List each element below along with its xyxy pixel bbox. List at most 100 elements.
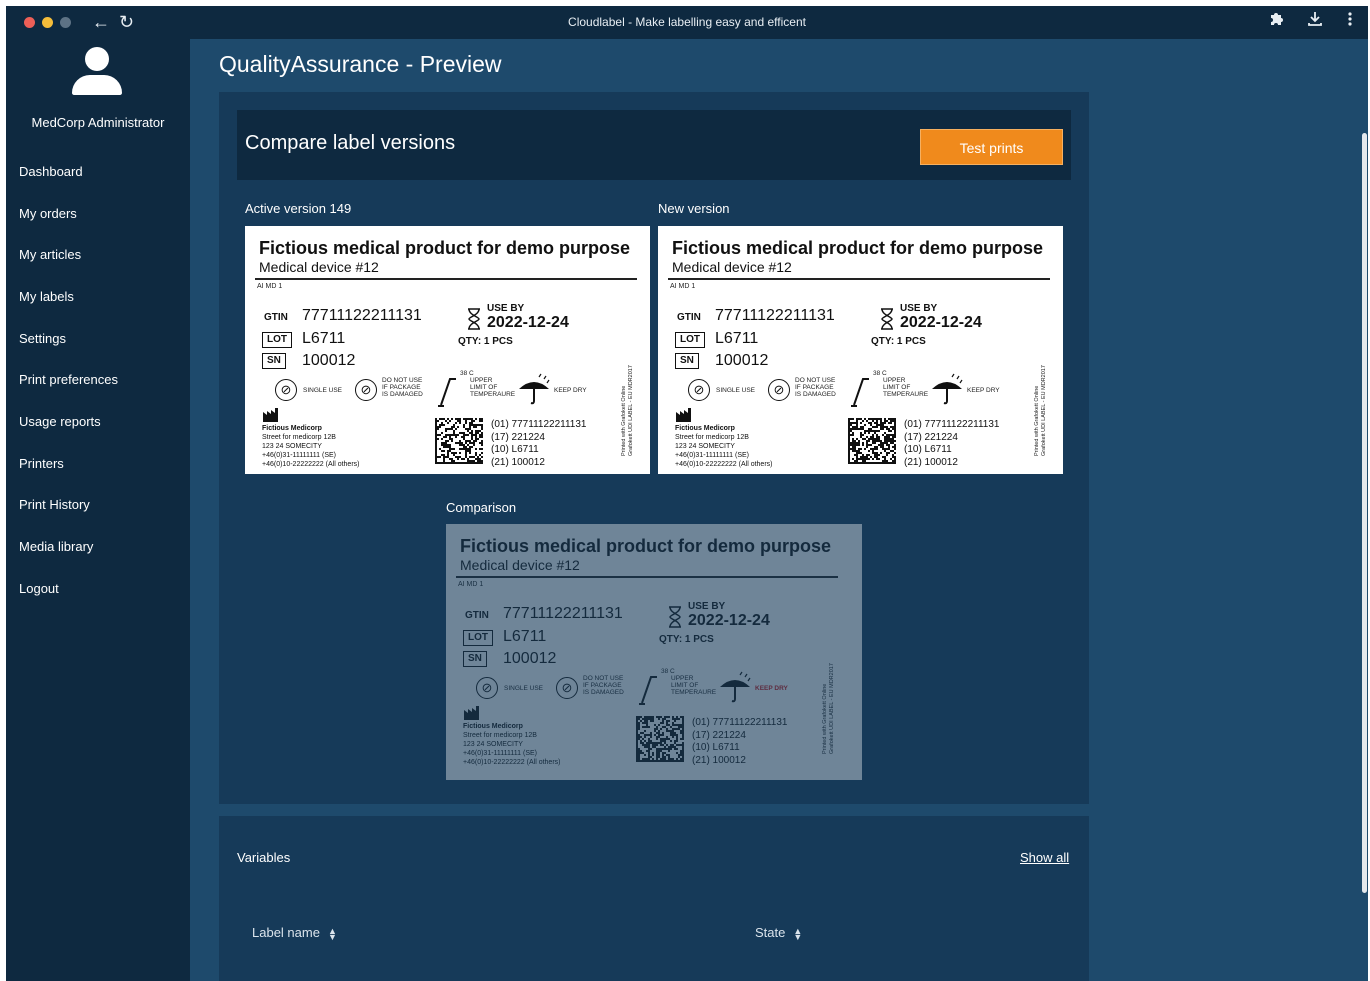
- sidebar-item-settings[interactable]: Settings: [19, 331, 66, 346]
- qty-text: QTY: 1 PCS: [871, 336, 926, 347]
- user-avatar-icon: [72, 47, 122, 95]
- single-use-icon: ⊘: [688, 379, 710, 401]
- do-not-use-text: DO NOT USE IF PACKAGE IS DAMAGED: [795, 377, 836, 398]
- udi-line: (21) 100012: [692, 754, 746, 766]
- keep-dry-umbrella-icon: [519, 373, 550, 405]
- kebab-menu-icon[interactable]: [1348, 11, 1352, 32]
- gtin-value: 77711122211131: [302, 307, 422, 324]
- gtin-value: 77711122211131: [715, 307, 835, 324]
- udi-line: (21) 100012: [904, 456, 958, 468]
- do-not-use-line: IS DAMAGED: [382, 391, 423, 398]
- puzzle-icon[interactable]: [1269, 11, 1283, 30]
- do-not-use-line: IF PACKAGE: [382, 384, 421, 391]
- sn-key: SN: [675, 353, 699, 369]
- udi-line: (01) 77711122211131: [904, 419, 1000, 430]
- sn-value: 100012: [503, 650, 557, 667]
- page-scrollbar[interactable]: [1362, 133, 1367, 893]
- printed-with-text: Printed with Grafokett Online Grafokett …: [822, 663, 836, 754]
- sidebar-item-print-history[interactable]: Print History: [19, 497, 90, 512]
- qty-text: QTY: 1 PCS: [458, 336, 513, 347]
- sidebar-item-logout[interactable]: Logout: [19, 581, 59, 596]
- manufacturer-factory-icon: [464, 706, 479, 720]
- manufacturer-city: 123 24 SOMECITY: [463, 741, 523, 748]
- manufacturer-block: Fictious Medicorp Street for medicorp 12…: [262, 424, 359, 469]
- temp-label-line: UPPER: [671, 675, 694, 682]
- active-version-caption: Active version 149: [245, 201, 352, 216]
- sidebar-item-usage-reports[interactable]: Usage reports: [19, 414, 101, 429]
- udi-line: (10) L6711: [904, 444, 952, 455]
- comparison-caption: Comparison: [446, 500, 517, 515]
- sidebar: MedCorp Administrator Dashboard My order…: [6, 39, 190, 981]
- udi-line: (21) 100012: [491, 456, 545, 468]
- sort-icon: ▲ ▼: [327, 925, 337, 942]
- sn-value: 100012: [715, 352, 769, 369]
- sidebar-item-printers[interactable]: Printers: [19, 456, 64, 471]
- sn-value: 100012: [302, 352, 356, 369]
- manufacturer-phone-other: +46(0)10-22222222 (All others): [463, 759, 561, 766]
- user-name: MedCorp Administrator: [31, 115, 165, 130]
- page-title: QualityAssurance - Preview: [219, 51, 502, 77]
- column-header-state[interactable]: State ▲ ▼: [755, 925, 802, 941]
- temp-label-line: TEMPERAURE: [470, 391, 516, 398]
- hourglass-icon: [468, 308, 480, 330]
- udi-line: (10) L6711: [692, 742, 740, 753]
- label-subtitle: Medical device #12: [259, 259, 379, 275]
- manufacturer-phone-se: +46(0)31-11111111 (SE): [262, 452, 336, 459]
- temp-value: 38 C: [661, 668, 675, 675]
- printed-with-line: Grafokett UDI LABEL - EU MDR2017: [1041, 365, 1047, 456]
- printed-with-line: Printed with Grafokett Online: [621, 385, 627, 456]
- qty-text: QTY: 1 PCS: [659, 634, 714, 645]
- temp-label: UPPER LIMIT OF TEMPERAURE: [883, 377, 928, 398]
- new-version-caption: New version: [658, 201, 730, 216]
- lot-value: L6711: [715, 330, 759, 347]
- gtin-key: GTIN: [264, 312, 288, 323]
- sidebar-item-dashboard[interactable]: Dashboard: [19, 164, 83, 179]
- manufacturer-block: Fictious Medicorp Street for medicorp 12…: [463, 722, 560, 767]
- manufacturer-phone-se: +46(0)31-11111111 (SE): [463, 750, 537, 757]
- manufacturer-phone-se: +46(0)31-11111111 (SE): [675, 452, 749, 459]
- do-not-use-line: DO NOT USE: [583, 675, 624, 682]
- do-not-use-line: IS DAMAGED: [583, 689, 624, 696]
- window-title: Cloudlabel - Make labelling easy and eff…: [568, 15, 806, 29]
- manufacturer-street: Street for medicorp 12B: [463, 732, 537, 739]
- udi-line: (17) 221224: [904, 431, 958, 443]
- manufacturer-city: 123 24 SOMECITY: [675, 443, 735, 450]
- label-title: Fictious medical product for demo purpos…: [672, 238, 1044, 258]
- printed-with-line: Grafokett UDI LABEL - EU MDR2017: [829, 663, 835, 754]
- sidebar-item-my-articles[interactable]: My articles: [19, 247, 81, 262]
- column-header-label-name[interactable]: Label name ▲ ▼: [252, 925, 337, 942]
- printed-with-text: Printed with Grafokett Online Grafokett …: [621, 365, 635, 456]
- manufacturer-street: Street for medicorp 12B: [675, 434, 749, 441]
- title-bar: ← ↻ Cloudlabel - Make labelling easy and…: [6, 6, 1368, 39]
- label-aimd: AI MD 1: [458, 581, 484, 588]
- sidebar-item-my-orders[interactable]: My orders: [19, 206, 77, 221]
- temp-label-line: UPPER: [470, 377, 493, 384]
- datamatrix-barcode: [435, 418, 483, 464]
- do-not-use-if-damaged-icon: ⊘: [768, 379, 790, 401]
- do-not-use-line: IF PACKAGE: [795, 384, 834, 391]
- sn-key: SN: [463, 651, 487, 667]
- manufacturer-city: 123 24 SOMECITY: [262, 443, 322, 450]
- manufacturer-phone-other: +46(0)10-22222222 (All others): [675, 461, 773, 468]
- sidebar-item-media-library[interactable]: Media library: [19, 539, 93, 554]
- label-divider: [456, 576, 838, 578]
- single-use-icon: ⊘: [476, 677, 498, 699]
- sidebar-item-my-labels[interactable]: My labels: [19, 289, 74, 304]
- temp-label: UPPER LIMIT OF TEMPERAURE: [671, 675, 716, 696]
- use-by-value: 2022-12-24: [900, 314, 982, 331]
- test-prints-button[interactable]: Test prints: [920, 129, 1063, 165]
- do-not-use-if-damaged-icon: ⊘: [556, 677, 578, 699]
- column-header-label: Label name: [252, 925, 320, 940]
- manufacturer-block: Fictious Medicorp Street for medicorp 12…: [675, 424, 772, 469]
- download-icon[interactable]: [1307, 11, 1323, 32]
- temp-label-line: UPPER: [883, 377, 906, 384]
- keep-dry-text: KEEP DRY: [554, 387, 587, 394]
- manufacturer-name: Fictious Medicorp: [463, 723, 523, 730]
- sidebar-item-print-preferences[interactable]: Print preferences: [19, 372, 118, 387]
- udi-line: (10) L6711: [491, 444, 539, 455]
- hourglass-icon: [881, 308, 893, 330]
- temp-label-line: LIMIT OF: [883, 384, 911, 391]
- show-all-link[interactable]: Show all: [1020, 850, 1069, 865]
- gtin-key: GTIN: [677, 312, 701, 323]
- udi-line: (01) 77711122211131: [491, 419, 587, 430]
